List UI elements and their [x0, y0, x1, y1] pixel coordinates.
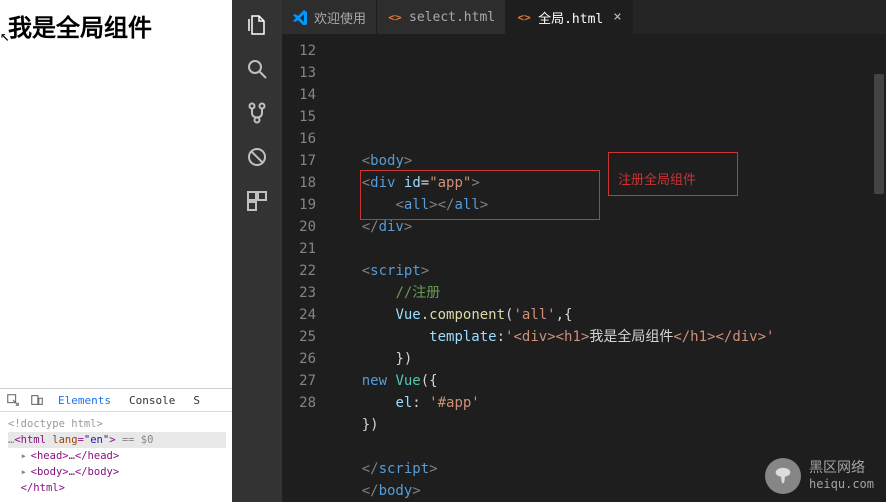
- watermark-logo-icon: [765, 458, 801, 494]
- code-line[interactable]: new Vue({: [328, 370, 872, 392]
- devtools-tab-more[interactable]: S: [189, 394, 204, 407]
- scrollbar-thumb[interactable]: [874, 74, 884, 194]
- browser-panel: ↖ 我是全局组件 Elements Console S <!doctype ht…: [0, 0, 232, 502]
- line-number: 23: [282, 282, 316, 304]
- tab-global-html[interactable]: <> 全局.html ×: [506, 0, 633, 34]
- code-line[interactable]: [328, 436, 872, 458]
- html-file-icon: <>: [387, 9, 403, 25]
- code-line[interactable]: </div>: [328, 216, 872, 238]
- line-number: 15: [282, 106, 316, 128]
- close-icon[interactable]: ×: [613, 9, 621, 25]
- line-number: 28: [282, 392, 316, 414]
- annotation-label: 注册全局组件: [618, 170, 696, 192]
- watermark-url: heiqu.com: [809, 476, 874, 492]
- search-icon[interactable]: [244, 56, 270, 82]
- devtools-tab-elements[interactable]: Elements: [54, 394, 115, 407]
- html-file-icon: <>: [516, 9, 532, 25]
- dom-selected-indicator: == $0: [122, 434, 154, 446]
- code-line[interactable]: }): [328, 348, 872, 370]
- code-line[interactable]: //注册: [328, 282, 872, 304]
- code-line[interactable]: <all></all>: [328, 194, 872, 216]
- line-number: 21: [282, 238, 316, 260]
- watermark-text: 黑区网络 heiqu.com: [809, 460, 874, 492]
- extensions-icon[interactable]: [244, 188, 270, 214]
- line-number: 18: [282, 172, 316, 194]
- line-number: 22: [282, 260, 316, 282]
- browser-preview: ↖ 我是全局组件: [0, 0, 232, 388]
- code-line[interactable]: }): [328, 414, 872, 436]
- devtools-dom-tree[interactable]: <!doctype html> …<html lang="en"> == $0 …: [0, 412, 232, 502]
- inspect-icon[interactable]: [6, 393, 20, 407]
- dom-html-open[interactable]: <html lang="en">: [14, 434, 115, 446]
- tab-label: select.html: [409, 10, 495, 25]
- editor-panel: 欢迎使用 <> select.html <> 全局.html × 1213141…: [232, 0, 886, 502]
- line-number: 14: [282, 84, 316, 106]
- cursor-icon: ↖: [0, 26, 10, 45]
- code-line[interactable]: template:'<div><h1>我是全局组件</h1></div>': [328, 326, 872, 348]
- dom-html-close: </html>: [21, 482, 65, 494]
- preview-heading: 我是全局组件: [8, 14, 224, 43]
- line-number: 19: [282, 194, 316, 216]
- source-control-icon[interactable]: [244, 100, 270, 126]
- line-gutter: 1213141516171819202122232425262728: [282, 34, 328, 502]
- line-number: 24: [282, 304, 316, 326]
- code-line[interactable]: <body>: [328, 150, 872, 172]
- dom-head[interactable]: <head>…</head>: [31, 450, 120, 462]
- vscode-icon: [292, 9, 308, 25]
- line-number: 20: [282, 216, 316, 238]
- debug-icon[interactable]: [244, 144, 270, 170]
- code-line[interactable]: el: '#app': [328, 392, 872, 414]
- tab-label: 欢迎使用: [314, 8, 366, 27]
- code-editor[interactable]: 1213141516171819202122232425262728 注册全局组…: [282, 34, 886, 502]
- code-content[interactable]: 注册全局组件 <body> <div id="app"> <all></all>…: [328, 34, 872, 502]
- vertical-scrollbar[interactable]: [872, 34, 886, 502]
- line-number: 16: [282, 128, 316, 150]
- activity-bar: [232, 0, 282, 502]
- watermark-title: 黑区网络: [809, 460, 874, 476]
- tab-select-html[interactable]: <> select.html: [377, 0, 506, 34]
- line-number: 27: [282, 370, 316, 392]
- explorer-icon[interactable]: [244, 12, 270, 38]
- devtools-tab-console[interactable]: Console: [125, 394, 179, 407]
- line-number: 12: [282, 40, 316, 62]
- editor-main: 欢迎使用 <> select.html <> 全局.html × 1213141…: [282, 0, 886, 502]
- dom-doctype: <!doctype html>: [8, 418, 103, 430]
- devtools-tabs: Elements Console S: [0, 391, 232, 412]
- line-number: 17: [282, 150, 316, 172]
- tab-welcome[interactable]: 欢迎使用: [282, 0, 377, 34]
- expand-arrow-icon[interactable]: ▸: [21, 464, 31, 480]
- tab-bar: 欢迎使用 <> select.html <> 全局.html ×: [282, 0, 886, 34]
- code-line[interactable]: <div id="app">: [328, 172, 872, 194]
- device-toolbar-icon[interactable]: [30, 393, 44, 407]
- dom-body[interactable]: <body>…</body>: [31, 466, 120, 478]
- code-line[interactable]: [328, 238, 872, 260]
- line-number: 13: [282, 62, 316, 84]
- code-line[interactable]: Vue.component('all',{: [328, 304, 872, 326]
- line-number: 25: [282, 326, 316, 348]
- devtools: Elements Console S <!doctype html> …<htm…: [0, 388, 232, 502]
- expand-arrow-icon[interactable]: ▸: [21, 448, 31, 464]
- line-number: 26: [282, 348, 316, 370]
- watermark: 黑区网络 heiqu.com: [765, 458, 874, 494]
- tab-label: 全局.html: [538, 8, 603, 27]
- code-line[interactable]: <script>: [328, 260, 872, 282]
